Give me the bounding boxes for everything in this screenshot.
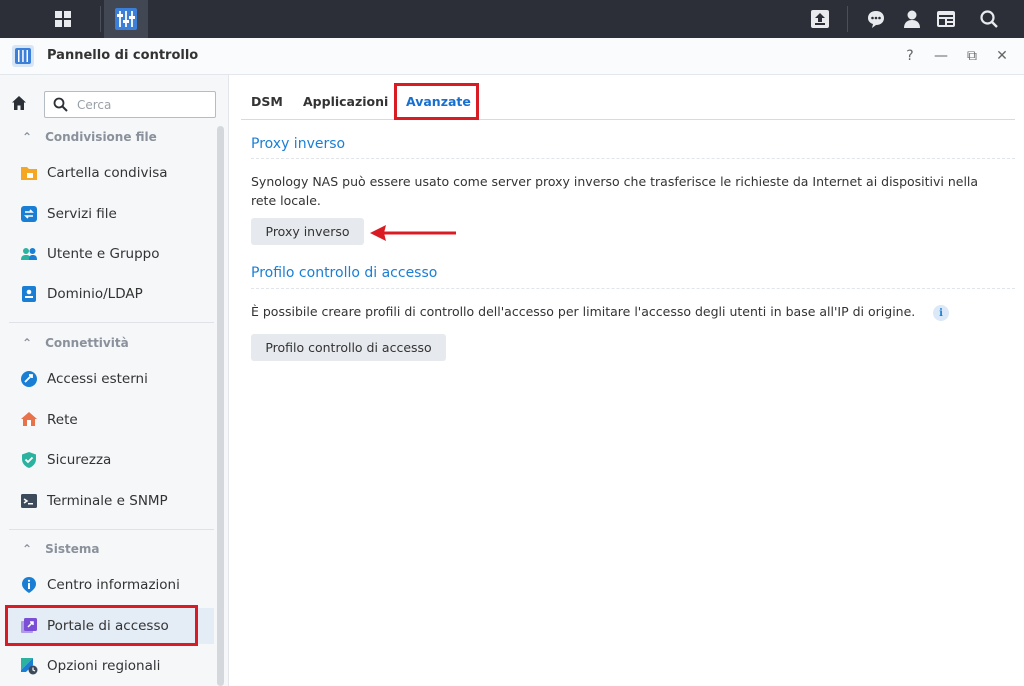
- apps-grid-icon: [55, 11, 71, 27]
- proxy-description: Synology NAS può essere usato come serve…: [251, 172, 978, 210]
- sidebar-item-rete[interactable]: Rete: [8, 402, 214, 438]
- section-divider: [251, 158, 1015, 159]
- restore-button[interactable]: ⧉: [960, 44, 984, 68]
- terminal-icon: [21, 494, 37, 508]
- sidebar-item-label: Centro informazioni: [47, 577, 180, 593]
- section-divider: [251, 288, 1015, 289]
- domain-directory-icon: [22, 286, 36, 302]
- regional-options-icon: [21, 658, 38, 675]
- sidebar-item-label: Sicurezza: [47, 452, 112, 468]
- chevron-up-icon: ⌃: [22, 336, 33, 350]
- widgets-button[interactable]: [932, 0, 960, 38]
- search-box: [44, 91, 216, 118]
- shield-icon: [22, 452, 36, 468]
- external-access-icon: [21, 371, 37, 387]
- section-connettivita[interactable]: ⌃ Connettività: [22, 336, 129, 350]
- taskbar-separator: [100, 6, 101, 32]
- home-button[interactable]: [8, 92, 30, 114]
- upload-icon: [811, 10, 829, 28]
- sidebar-item-label: Utente e Gruppo: [47, 246, 160, 262]
- widgets-icon: [937, 11, 955, 27]
- home-icon: [12, 96, 26, 110]
- chevron-up-icon: ⌃: [22, 130, 33, 144]
- sidebar-item-dominio-ldap[interactable]: Dominio/LDAP: [8, 276, 214, 312]
- highlight-box-sidebar: [5, 605, 198, 646]
- sidebar-divider: [9, 322, 214, 323]
- upload-button[interactable]: [806, 0, 834, 38]
- sidebar-item-terminale-snmp[interactable]: Terminale e SNMP: [8, 483, 214, 519]
- search-input[interactable]: [77, 96, 207, 114]
- sidebar-item-label: Terminale e SNMP: [47, 493, 168, 509]
- tab-bar: DSM Applicazioni Avanzate: [241, 84, 1015, 120]
- sidebar-item-label: Dominio/LDAP: [47, 286, 143, 302]
- red-arrow-annotation: [370, 225, 456, 241]
- section-label: Condivisione file: [45, 130, 157, 144]
- network-home-icon: [21, 412, 37, 426]
- sidebar-item-label: Rete: [47, 412, 78, 428]
- notifications-button[interactable]: [862, 0, 890, 38]
- taskbar-search-button[interactable]: [975, 0, 1003, 38]
- section-title-profilo-controllo: Profilo controllo di accesso: [251, 265, 438, 281]
- file-services-icon: [21, 206, 37, 222]
- user-button[interactable]: [898, 0, 926, 38]
- taskbar-control-panel-button[interactable]: [104, 0, 148, 38]
- section-title-proxy-inverso: Proxy inverso: [251, 136, 346, 152]
- control-panel-icon: [115, 8, 137, 30]
- sidebar-item-servizi-file[interactable]: Servizi file: [8, 196, 214, 232]
- sidebar-item-label: Servizi file: [47, 206, 117, 222]
- sidebar-item-label: Opzioni regionali: [47, 658, 161, 674]
- sidebar-item-label: Accessi esterni: [47, 371, 148, 387]
- description-line: Synology NAS può essere usato come serve…: [251, 174, 979, 189]
- users-group-icon: [21, 248, 37, 260]
- user-icon: [904, 10, 920, 28]
- description-line: rete locale.: [251, 193, 321, 208]
- window-titlebar: Pannello di controllo ? — ⧉ ✕: [0, 38, 1024, 75]
- sidebar-divider: [9, 529, 214, 530]
- search-icon: [53, 97, 68, 112]
- main-menu-button[interactable]: [43, 0, 83, 38]
- chevron-up-icon: ⌃: [22, 542, 33, 556]
- section-label: Sistema: [45, 542, 100, 556]
- help-button[interactable]: ?: [898, 44, 922, 68]
- section-sistema[interactable]: ⌃ Sistema: [22, 542, 99, 556]
- sidebar-item-label: Cartella condivisa: [47, 165, 168, 181]
- profilo-controllo-button[interactable]: Profilo controllo di accesso: [251, 334, 446, 361]
- chat-icon: [868, 11, 884, 28]
- taskbar: [0, 0, 1024, 38]
- tab-applicazioni[interactable]: Applicazioni: [303, 94, 388, 109]
- access-control-description: È possibile creare profili di controllo …: [251, 304, 916, 319]
- proxy-inverso-button[interactable]: Proxy inverso: [251, 218, 364, 245]
- sidebar-item-opzioni-regionali[interactable]: Opzioni regionali: [8, 648, 214, 684]
- shared-folder-icon: [21, 167, 37, 180]
- control-panel-icon: [12, 45, 34, 67]
- sidebar: ⌃ Condivisione file Cartella condivisa S…: [0, 75, 229, 686]
- sidebar-item-cartella-condivisa[interactable]: Cartella condivisa: [8, 155, 214, 191]
- close-button[interactable]: ✕: [990, 44, 1014, 68]
- taskbar-separator: [847, 6, 848, 32]
- info-icon[interactable]: i: [933, 305, 949, 321]
- info-center-icon: [22, 577, 36, 593]
- sidebar-item-centro-informazioni[interactable]: Centro informazioni: [8, 567, 214, 603]
- section-condivisione-file[interactable]: ⌃ Condivisione file: [22, 130, 157, 144]
- highlight-box-tab: [394, 83, 479, 120]
- sidebar-scrollbar[interactable]: [217, 126, 224, 686]
- window-title: Pannello di controllo: [47, 48, 199, 63]
- sidebar-item-sicurezza[interactable]: Sicurezza: [8, 442, 214, 478]
- sidebar-item-utente-e-gruppo[interactable]: Utente e Gruppo: [8, 236, 214, 272]
- section-label: Connettività: [45, 336, 129, 350]
- sidebar-item-accessi-esterni[interactable]: Accessi esterni: [8, 361, 214, 397]
- minimize-button[interactable]: —: [929, 44, 953, 68]
- tab-dsm[interactable]: DSM: [251, 94, 283, 109]
- search-icon: [980, 10, 998, 28]
